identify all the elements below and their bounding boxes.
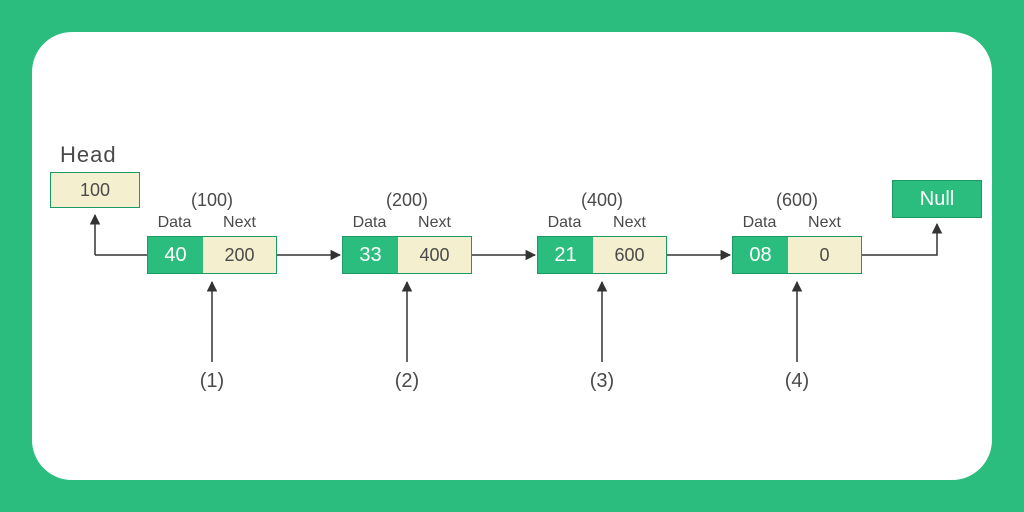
null-terminator: Null <box>892 180 982 218</box>
node-address: (200) <box>342 190 472 211</box>
node-data: 21 <box>538 237 593 273</box>
node-address: (100) <box>147 190 277 211</box>
list-node: 33 400 <box>342 236 472 274</box>
node-next: 0 <box>788 237 861 273</box>
data-col-label: Data <box>342 214 397 232</box>
head-label: Head <box>60 142 117 168</box>
node-next: 200 <box>203 237 276 273</box>
next-col-label: Next <box>592 214 667 232</box>
next-col-label: Next <box>397 214 472 232</box>
data-col-label: Data <box>537 214 592 232</box>
next-col-label: Next <box>202 214 277 232</box>
list-node: 40 200 <box>147 236 277 274</box>
node-column-labels: Data Next <box>732 214 862 232</box>
node-index: (3) <box>582 370 622 393</box>
node-index: (2) <box>387 370 427 393</box>
next-col-label: Next <box>787 214 862 232</box>
node-address: (400) <box>537 190 667 211</box>
node-address: (600) <box>732 190 862 211</box>
node-next: 400 <box>398 237 471 273</box>
null-label: Null <box>920 188 954 211</box>
node-next: 600 <box>593 237 666 273</box>
data-col-label: Data <box>147 214 202 232</box>
node-column-labels: Data Next <box>537 214 667 232</box>
node-index: (1) <box>192 370 232 393</box>
node-data: 40 <box>148 237 203 273</box>
head-pointer-box: 100 <box>50 172 140 208</box>
head-pointer-value: 100 <box>80 180 110 201</box>
list-node: 21 600 <box>537 236 667 274</box>
list-node: 08 0 <box>732 236 862 274</box>
diagram-canvas: Head 100 (100) Data Next 40 200 (1) (200… <box>32 32 992 480</box>
node-data: 08 <box>733 237 788 273</box>
data-col-label: Data <box>732 214 787 232</box>
node-column-labels: Data Next <box>147 214 277 232</box>
node-index: (4) <box>777 370 817 393</box>
node-column-labels: Data Next <box>342 214 472 232</box>
node-data: 33 <box>343 237 398 273</box>
